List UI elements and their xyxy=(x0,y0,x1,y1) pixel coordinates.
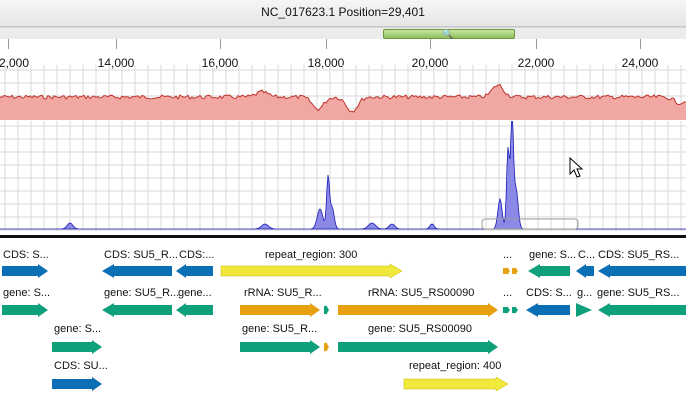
gene-arrow[interactable] xyxy=(2,303,48,317)
gene-arrow[interactable] xyxy=(338,340,498,354)
feature-label: CDS: S... xyxy=(526,287,572,299)
feature-label: g... xyxy=(577,287,593,299)
gene-arrow[interactable] xyxy=(176,303,213,317)
feature-label: gene: SU5_R... xyxy=(242,323,318,335)
gene-arrow[interactable] xyxy=(52,340,102,354)
gene-arrow[interactable] xyxy=(240,340,320,354)
gene-arrow[interactable] xyxy=(598,303,686,317)
gene-arrow[interactable] xyxy=(512,306,518,314)
feature-label: gene: SU5_R... xyxy=(104,287,180,299)
feature-label: gene... xyxy=(178,287,212,299)
feature-label: CDS: S... xyxy=(3,249,49,261)
feature-label: repeat_region: 400 xyxy=(409,360,502,372)
feature-row-2-arrows xyxy=(2,303,686,317)
cds-arrow[interactable] xyxy=(176,264,213,278)
feature-label: CDS: SU... xyxy=(54,360,108,372)
gene-arrow[interactable] xyxy=(576,303,592,317)
gene-arrow[interactable] xyxy=(528,264,570,278)
feature-label: C... xyxy=(578,249,596,261)
cds-arrow[interactable] xyxy=(102,264,172,278)
feature-label: ... xyxy=(503,287,513,299)
feature-label: repeat_region: 300 xyxy=(265,249,358,261)
gene-arrow[interactable] xyxy=(102,303,172,317)
magnifier-icon: 🔍 xyxy=(442,29,454,39)
repeat-arrow[interactable] xyxy=(403,376,509,392)
rrna-arrow[interactable] xyxy=(503,267,510,275)
feature-label: gene: S... xyxy=(529,249,577,261)
feature-label: ... xyxy=(503,249,513,261)
gene-arrow[interactable] xyxy=(503,306,510,314)
repeat-arrow[interactable] xyxy=(220,263,403,279)
rrna-arrow[interactable] xyxy=(338,303,498,317)
window-title: NC_017623.1 Position=29,401 xyxy=(261,5,425,19)
position-ruler: 2,000 14,000 16,000 18,000 20,000 22,000… xyxy=(0,39,686,70)
feature-label: gene: S... xyxy=(54,323,102,335)
cds-arrow[interactable] xyxy=(52,377,102,391)
gene-arrow[interactable] xyxy=(324,342,329,352)
rrna-arrow[interactable] xyxy=(324,305,329,315)
cds-arrow[interactable] xyxy=(598,264,686,278)
title-bar: NC_017623.1 Position=29,401 xyxy=(0,0,686,27)
feature-row-3-arrows xyxy=(52,340,498,354)
feature-label: gene: SU5_RS00090 xyxy=(368,323,472,335)
track-divider xyxy=(0,235,686,238)
rrna-arrow[interactable] xyxy=(240,303,320,317)
mouse-cursor-icon xyxy=(569,157,584,178)
feature-row-1-arrows xyxy=(2,263,686,279)
gc-content-track xyxy=(0,65,686,120)
feature-label: CDS: SU5_R... xyxy=(104,249,178,261)
rrna-arrow[interactable] xyxy=(512,267,518,275)
feature-label: gene: S... xyxy=(3,287,51,299)
cds-arrow[interactable] xyxy=(526,303,570,317)
feature-label: rRNA: SU5_R... xyxy=(244,287,322,299)
feature-label: CDS:... xyxy=(179,249,215,261)
feature-label: gene: SU5_RS... xyxy=(597,287,680,299)
cds-arrow[interactable] xyxy=(2,264,48,278)
cds-arrow[interactable] xyxy=(576,264,594,278)
feature-label: CDS: SU5_RS... xyxy=(598,249,680,261)
feature-label: rRNA: SU5_RS00090 xyxy=(368,287,475,299)
scrollbar-thumb[interactable]: 🔍 xyxy=(383,29,515,39)
feature-row-4-arrows xyxy=(52,376,509,392)
